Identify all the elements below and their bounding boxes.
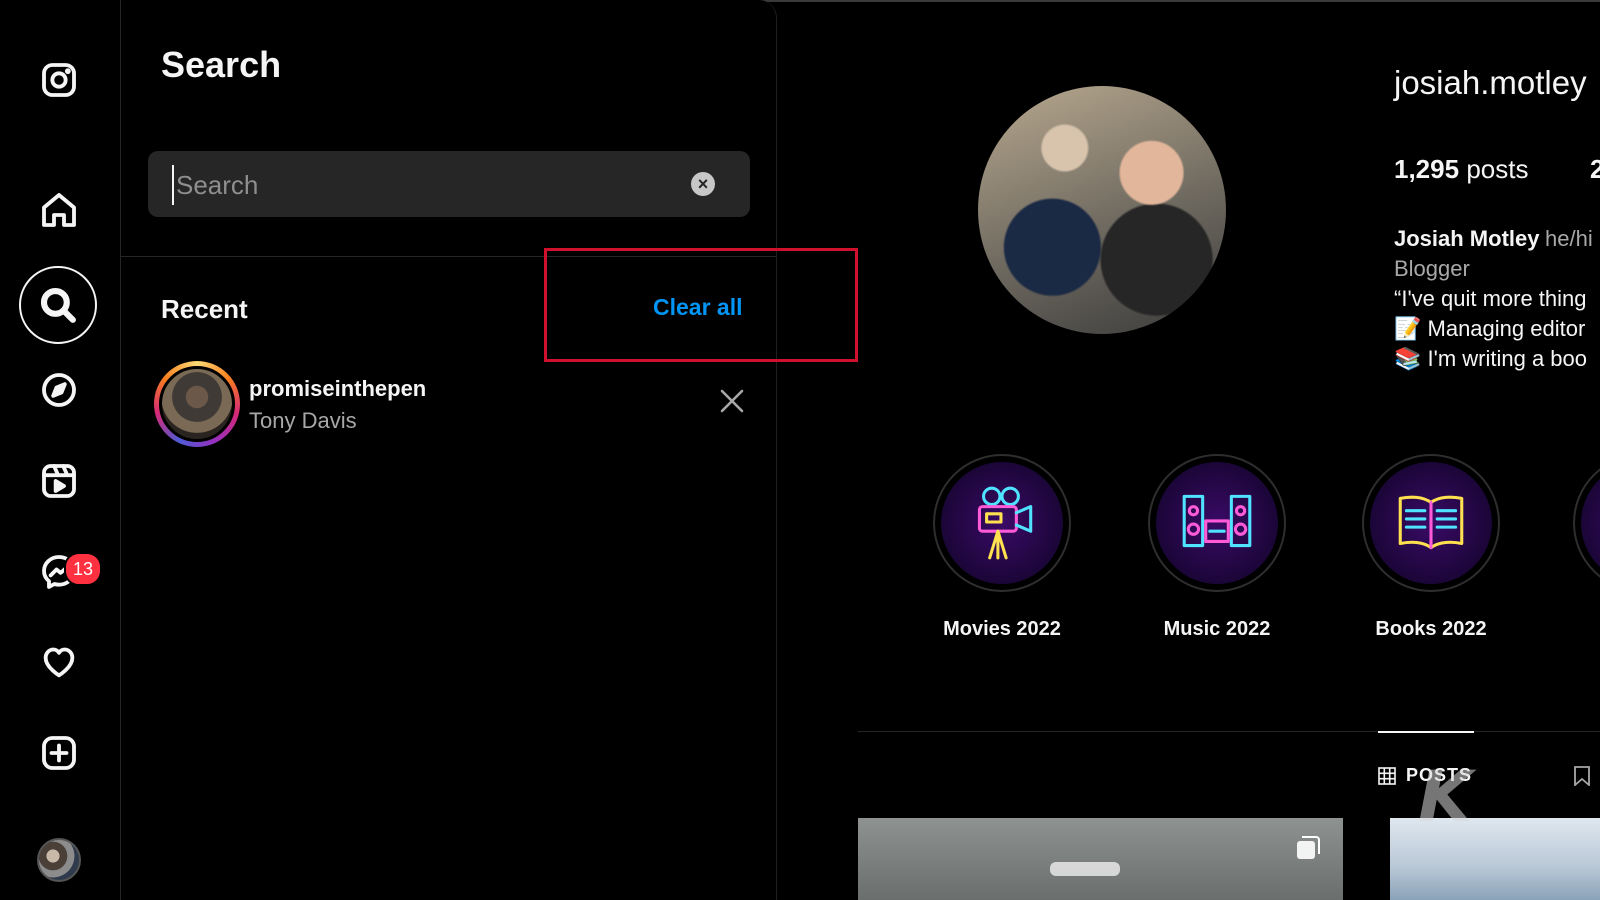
neon-book-icon	[1370, 462, 1492, 584]
remove-recent-close-icon[interactable]	[717, 386, 747, 416]
profile-username: josiah.motley	[1394, 64, 1587, 101]
post-image-content	[1050, 862, 1120, 876]
explore-compass-icon[interactable]	[37, 368, 81, 412]
bio-category: Blogger	[1394, 256, 1470, 281]
profile-photo[interactable]	[978, 86, 1226, 334]
story-highlight-movies[interactable]: Movies 2022	[932, 454, 1072, 641]
followers-count-partial[interactable]: 2	[1590, 154, 1600, 185]
highlight-label: Books 2022	[1375, 618, 1487, 640]
story-highlight-partial[interactable]	[1573, 454, 1600, 592]
neon-stereo-icon	[1156, 462, 1278, 584]
recent-username: promiseinthepen	[249, 376, 427, 401]
create-plus-icon[interactable]	[37, 731, 81, 775]
multiple-photos-icon	[1297, 836, 1320, 859]
bio-line: 📝 Managing editor	[1394, 316, 1586, 341]
active-tab-indicator	[1378, 731, 1474, 733]
profile-avatar[interactable]	[37, 838, 81, 882]
search-box[interactable]: ×	[148, 151, 750, 217]
recent-full-name: Tony Davis	[249, 408, 357, 433]
heart-icon[interactable]	[37, 640, 81, 684]
recent-search-item[interactable]: promiseinthepen Tony Davis	[151, 358, 751, 448]
bio-display-name: Josiah Motley	[1394, 226, 1540, 251]
instagram-logo-icon[interactable]	[37, 58, 81, 102]
clear-search-icon[interactable]: ×	[691, 172, 715, 196]
bio-pronouns: he/hi	[1545, 226, 1593, 251]
sidebar-nav: 13	[0, 0, 121, 900]
story-highlight-music[interactable]: Music 2022	[1147, 454, 1287, 641]
watermark-logo: K	[1418, 756, 1473, 838]
posts-count-word: posts	[1466, 154, 1529, 184]
home-icon[interactable]	[37, 188, 81, 232]
reels-icon[interactable]	[37, 459, 81, 503]
posts-count: 1,295 posts	[1394, 154, 1528, 185]
search-panel: Search × Recent Clear all promiseinthepe…	[121, 0, 777, 900]
search-panel-title: Search	[161, 44, 282, 85]
bio-line: “I've quit more thing	[1394, 286, 1587, 311]
highlight-label: Movies 2022	[943, 618, 1061, 640]
annotation-highlight-box	[544, 248, 858, 362]
bookmark-icon[interactable]	[1573, 766, 1591, 787]
grid-icon	[1378, 766, 1396, 785]
story-highlight-books[interactable]: Books 2022	[1361, 454, 1501, 641]
neon-movie-camera-icon	[941, 462, 1063, 584]
highlight-label: Music 2022	[1163, 618, 1271, 640]
post-thumbnail[interactable]	[858, 818, 1343, 900]
search-input[interactable]	[172, 165, 678, 205]
profile-tabs-divider	[858, 731, 1600, 732]
bio-line: 📚 I'm writing a boo	[1394, 346, 1587, 371]
posts-count-number: 1,295	[1394, 154, 1460, 184]
recent-user-avatar	[159, 366, 235, 442]
messages-notification-badge: 13	[64, 552, 102, 586]
recent-label: Recent	[161, 294, 248, 324]
search-icon[interactable]	[19, 266, 97, 344]
